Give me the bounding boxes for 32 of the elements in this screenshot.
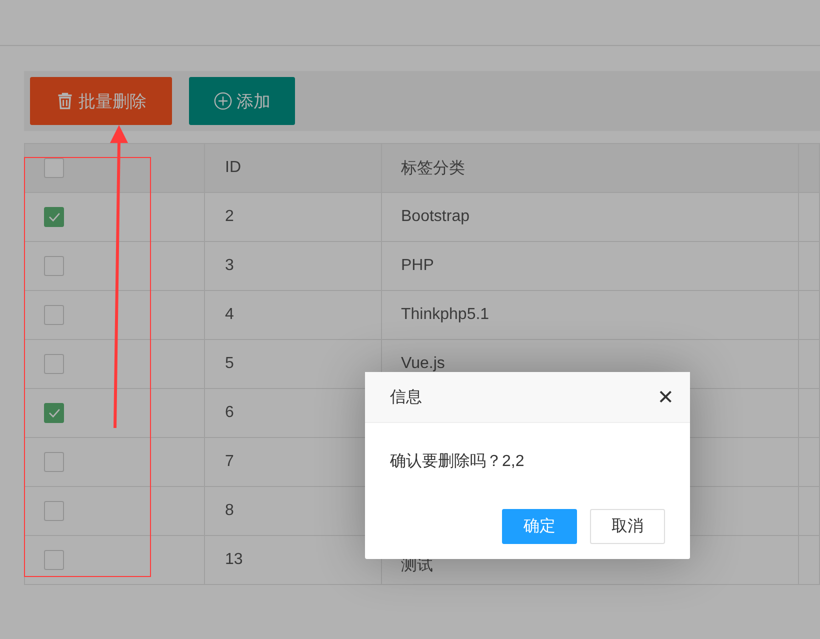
checkbox[interactable] <box>44 158 64 178</box>
checkbox[interactable] <box>44 354 64 374</box>
toolbar-button[interactable]: 批量删除 <box>30 77 172 125</box>
trash-icon <box>56 92 74 110</box>
table-cell: 8 <box>225 502 234 520</box>
checkbox[interactable] <box>44 207 64 227</box>
checkbox[interactable] <box>44 501 64 521</box>
table-cell: Thinkphp5.1 <box>401 306 490 324</box>
column-header: ID <box>225 159 241 177</box>
toolbar-button[interactable]: 添加 <box>189 77 295 125</box>
cancel-button[interactable]: 取消 <box>590 509 665 544</box>
table-cell: 2 <box>225 208 234 226</box>
checkbox[interactable] <box>44 550 64 570</box>
checkbox[interactable] <box>44 305 64 325</box>
table-cell: 3 <box>225 257 234 275</box>
table-cell: Vue.js <box>401 355 445 373</box>
table-cell: 4 <box>225 306 234 324</box>
column-header: 标签分类 <box>401 158 465 178</box>
dialog-message: 确认要删除吗？2,2 <box>390 453 524 470</box>
table-cell: 13 <box>225 551 243 569</box>
table-cell: Bootstrap <box>401 208 470 226</box>
table-cell: 6 <box>225 404 234 422</box>
checkbox[interactable] <box>44 403 64 423</box>
checkbox[interactable] <box>44 256 64 276</box>
confirm-button[interactable]: 确定 <box>502 509 577 544</box>
table-cell: 5 <box>225 355 234 373</box>
table-cell: PHP <box>401 257 434 275</box>
dialog-title: 信息 <box>390 388 422 408</box>
table-cell: 7 <box>225 453 234 471</box>
checkbox[interactable] <box>44 452 64 472</box>
plus-circle-icon <box>214 92 232 110</box>
close-button[interactable]: ✕ <box>657 385 674 409</box>
